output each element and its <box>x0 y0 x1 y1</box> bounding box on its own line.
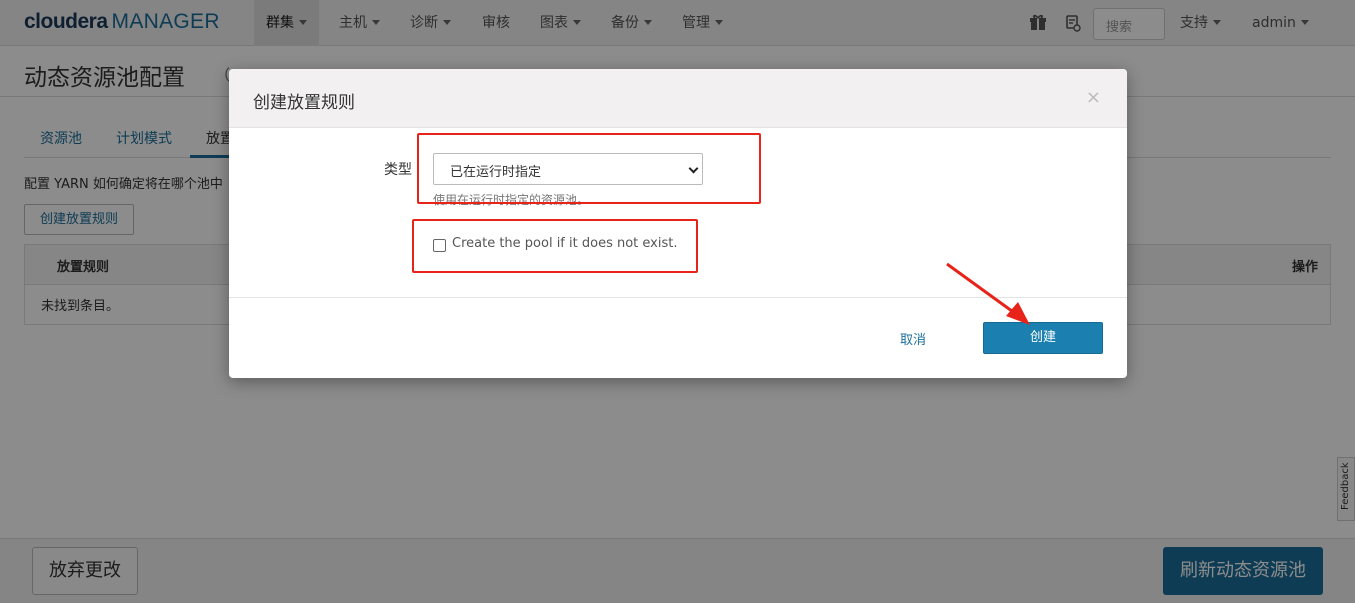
annotation-arrow-icon <box>946 262 1030 325</box>
